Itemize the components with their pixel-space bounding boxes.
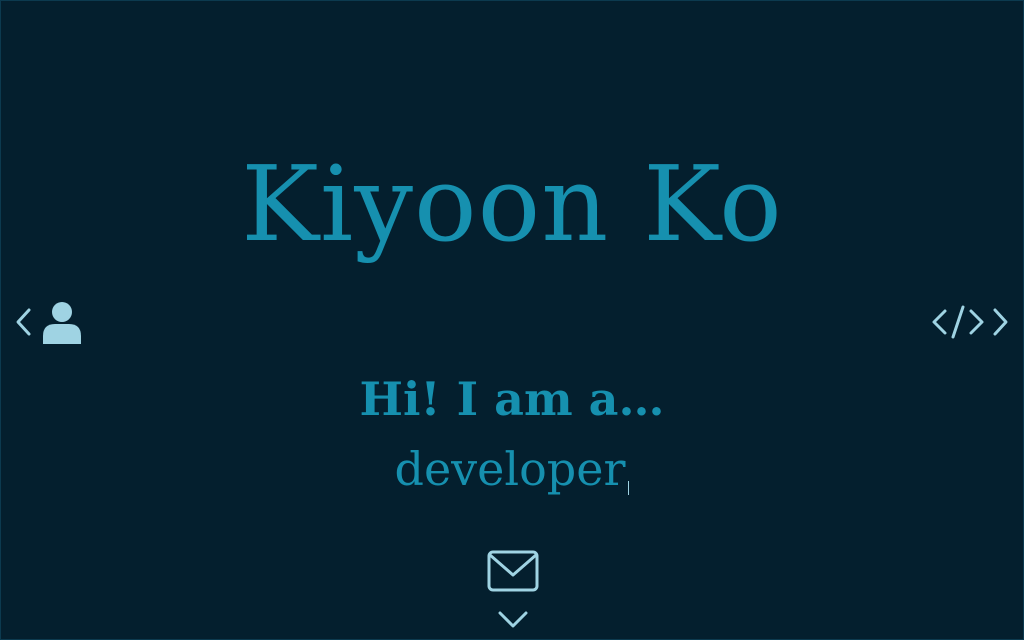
typed-role-text: developer [394,442,626,496]
chevron-left-icon [13,306,33,338]
hero-name: Kiyoon Ko [241,143,783,265]
chevron-down-icon [497,607,529,631]
greeting-text: Hi! I am a… [359,372,665,426]
user-icon [41,300,83,344]
nav-prev-about[interactable] [13,297,93,347]
chevron-right-icon [991,306,1011,338]
contact-email-link[interactable] [487,549,539,593]
nav-next-projects[interactable] [911,297,1011,347]
scroll-down-button[interactable] [497,607,529,631]
mail-icon [487,549,539,593]
code-icon [931,304,985,340]
typed-role-line: developer [1,439,1023,499]
typing-cursor [628,481,630,495]
